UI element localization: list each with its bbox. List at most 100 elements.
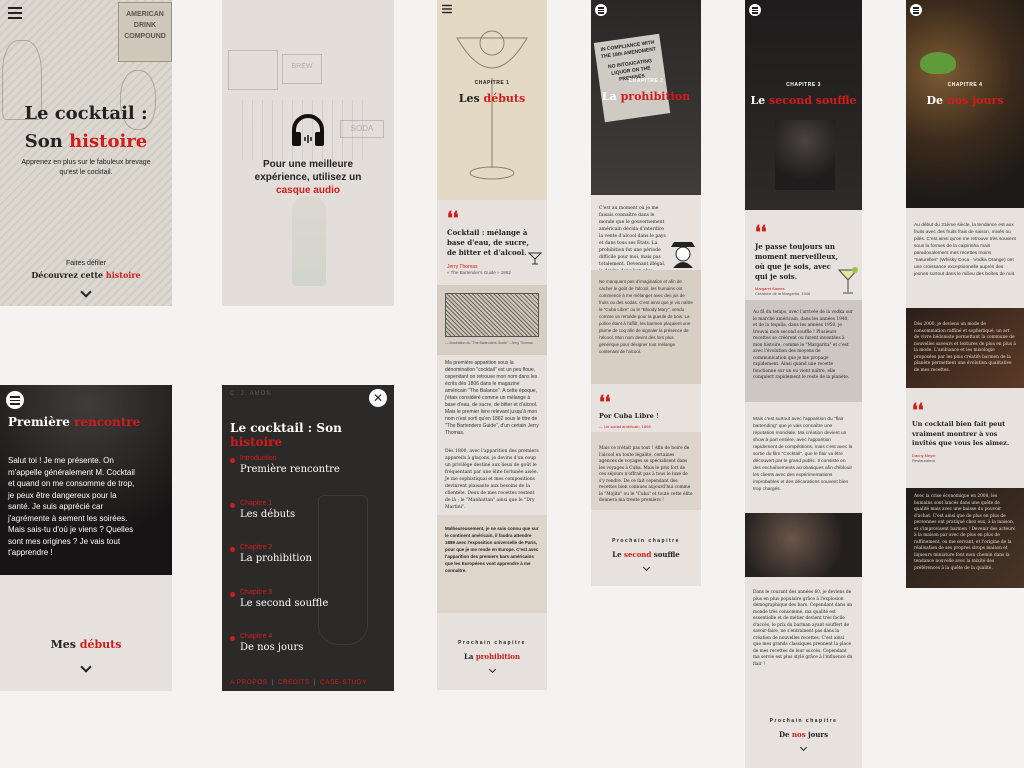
text-block: Avec la crise économique en 2008, les hu…	[906, 488, 1024, 588]
quote-role: Restaurateur	[912, 457, 936, 463]
chevron-down-icon[interactable]	[591, 563, 701, 572]
quote-source: « The Bartender's Guide » 1862	[447, 270, 511, 275]
page-title: Le cocktail : Son histoire	[24, 103, 148, 152]
panel-chapter-3: CHAPITRE 3 Le second souffle ❛❛ Je passe…	[745, 0, 862, 768]
quote-text: Un cocktail bien fait peut vraiment mont…	[912, 420, 1010, 447]
chapter-title: Le second souffle	[750, 94, 857, 107]
audio-notice: Pour une meilleure expérience, utilisez …	[254, 159, 362, 196]
menu-button[interactable]	[749, 4, 761, 16]
quote-text: Por Cuba Libre !	[599, 412, 659, 420]
menu-icon[interactable]	[442, 4, 452, 14]
chapter-title: Les débuts	[458, 92, 526, 105]
background-figure	[292, 196, 326, 286]
bullet-dot-icon	[230, 636, 235, 641]
subtitle: Apprenez en plus sur le fabuleux brevage…	[21, 159, 151, 176]
chapter-label: CHAPITRE 4	[947, 82, 983, 88]
highlight-text: Malheureusement, je ne suis connu que su…	[445, 526, 539, 573]
quote-icon: ❛❛	[447, 208, 459, 229]
illustration-caption: — Illustration du "The Bartenders Guide"…	[445, 341, 533, 345]
chapter-paragraph: Mais c'est surtout avec l'apparition du …	[753, 417, 853, 492]
next-chapter[interactable]: Prochain chapitre La prohibition	[437, 640, 547, 674]
highlight-block: Malheureusement, je ne suis connu que su…	[437, 515, 547, 613]
menu-button[interactable]	[910, 4, 922, 16]
bullet-dot-icon	[230, 547, 235, 552]
background-sign: AMERICAN DRINK COMPOUND	[118, 2, 172, 62]
quote-block: ❛❛ Un cocktail bien fait peut vraiment m…	[912, 400, 1020, 463]
intro-text: Salut toi ! Je me présente. On m'appelle…	[8, 456, 135, 557]
background-sign: C. J. AMON	[230, 391, 272, 397]
quote-icon: ❛❛	[755, 222, 767, 243]
panel-first-meeting: Première rencontre Salut toi ! Je me pré…	[0, 385, 172, 691]
text-block: Au fil du temps, avec l'arrivée de la vo…	[745, 300, 862, 402]
headphones-icon	[292, 114, 324, 146]
text-block: Mais ce n'était pas tout ! Afin de boire…	[591, 432, 701, 510]
bullet-dot-icon	[230, 591, 235, 597]
quote-icon: ❛❛	[912, 400, 924, 421]
bullet-dot-icon	[230, 502, 235, 508]
menu-chapter-title: Le second souffle	[240, 597, 329, 609]
menu-button[interactable]	[6, 391, 24, 409]
chapter-header: CHAPITRE 1 Les débuts	[437, 0, 547, 200]
chapter-header: CHAPITRE 3 Le second souffle	[745, 0, 862, 210]
gangster-icon	[671, 242, 695, 268]
next-chapter[interactable]: Prochain chapitre Le second souffle	[591, 538, 701, 572]
chapter-label: CHAPITRE 2	[628, 78, 664, 84]
panel-intro: AMERICAN DRINK COMPOUND Le cocktail : So…	[0, 0, 172, 306]
next-chapter[interactable]: Mes débuts	[0, 638, 172, 673]
menu-chapter-item[interactable]: Chapitre 4 De nos jours	[230, 633, 380, 678]
menu-icon[interactable]	[8, 7, 22, 19]
menu-chapter-label: Chapitre 3	[240, 588, 273, 596]
cocktail-icon	[527, 252, 543, 265]
chapter-title: La prohibition	[601, 90, 691, 103]
background-bartender	[775, 120, 835, 190]
chapter-paragraph: Au début du 21ème siècle, la tendance es…	[914, 223, 1016, 277]
menu-chapter-item[interactable]: Chapitre 3 Le second souffle	[230, 589, 380, 634]
panel-menu: C. J. AMON ✕ Le cocktail : Son histoire …	[222, 385, 394, 691]
quote-role: Créatrice de la Margarita, 1948	[755, 291, 811, 296]
next-chapter[interactable]: Prochain chapitre De nos jours	[745, 718, 862, 752]
discover-link[interactable]: Découvrez cette histoire	[0, 270, 172, 280]
chapter-paragraph: Dans le courant des années 60, je devien…	[753, 590, 853, 667]
menu-chapter-title: La prohibition	[240, 553, 312, 564]
close-button[interactable]: ✕	[369, 389, 387, 407]
panel-chapter-4: CHAPITRE 4 De nos jours Au début du 21èm…	[906, 0, 1024, 588]
panel-headphones: BREW SODA Pour une meilleure expérience,…	[222, 0, 394, 306]
margarita-icon	[837, 267, 859, 294]
menu-footer: A PROPOS | CREDITS | CASE-STUDY	[230, 679, 367, 686]
menu-chapter-title: Les débuts	[240, 508, 296, 520]
chevron-down-icon[interactable]	[0, 286, 172, 298]
quote-block: ❛❛ Je passe toujours un moment merveille…	[755, 222, 845, 297]
bartender-photo	[745, 513, 862, 577]
chapter-label: CHAPITRE 3	[786, 82, 821, 88]
footer-link-about[interactable]: A PROPOS	[230, 679, 268, 686]
intro-section: Première rencontre Salut toi ! Je me pré…	[0, 385, 172, 575]
menu-chapter-label: Chapitre 2	[240, 544, 273, 551]
chevron-down-icon[interactable]	[745, 743, 862, 752]
text-block: Ne manquant pas d'imagination et afin de…	[591, 270, 701, 384]
menu-chapter-label: Introduction	[240, 455, 277, 462]
menu-chapter-title: Première rencontre	[240, 464, 340, 475]
chevron-down-icon[interactable]	[0, 661, 172, 673]
chapter-header: IN COMPLIANCE WITH THE 18th AMENDMENT NO…	[591, 0, 701, 195]
quote-icon: ❛❛	[599, 392, 611, 413]
quote-text: Cocktail : mélange à base d'eau, de sucr…	[447, 228, 529, 257]
quote-text: Je passe toujours un moment merveilleux,…	[755, 242, 838, 281]
illustration-block: — Illustration du "The Bartenders Guide"…	[437, 285, 547, 355]
menu-title: Le cocktail : Son histoire	[230, 421, 342, 449]
menu-chapter-label: Chapitre 4	[240, 633, 273, 640]
footer-link-credits[interactable]: CREDITS	[278, 679, 310, 686]
footer-link-case-study[interactable]: CASE-STUDY	[320, 679, 367, 686]
scroll-hint: Faites défiler	[65, 260, 107, 267]
chapter-title: De nos jours	[926, 94, 1004, 107]
sign-brew: BREW	[282, 54, 322, 84]
menu-chapter-item[interactable]: Chapitre 2 La prohibition	[230, 544, 380, 589]
menu-chapter-item[interactable]: Introduction Première rencontre	[230, 455, 380, 500]
menu-chapter-item[interactable]: Chapitre 1 Les débuts	[230, 500, 380, 545]
chapter-list: Introduction Première rencontre Chapitre 1…	[230, 455, 380, 678]
menu-button[interactable]	[595, 4, 607, 16]
menu-chapter-label: Chapitre 1	[240, 499, 273, 507]
bullet-dot-icon	[230, 458, 235, 463]
chapter-paragraph: Dès 1800, avec l'apparition des premiers…	[445, 449, 539, 510]
text-block: Dès 2000, je deviens un mode de consomma…	[906, 308, 1024, 388]
chevron-down-icon[interactable]	[437, 665, 547, 674]
